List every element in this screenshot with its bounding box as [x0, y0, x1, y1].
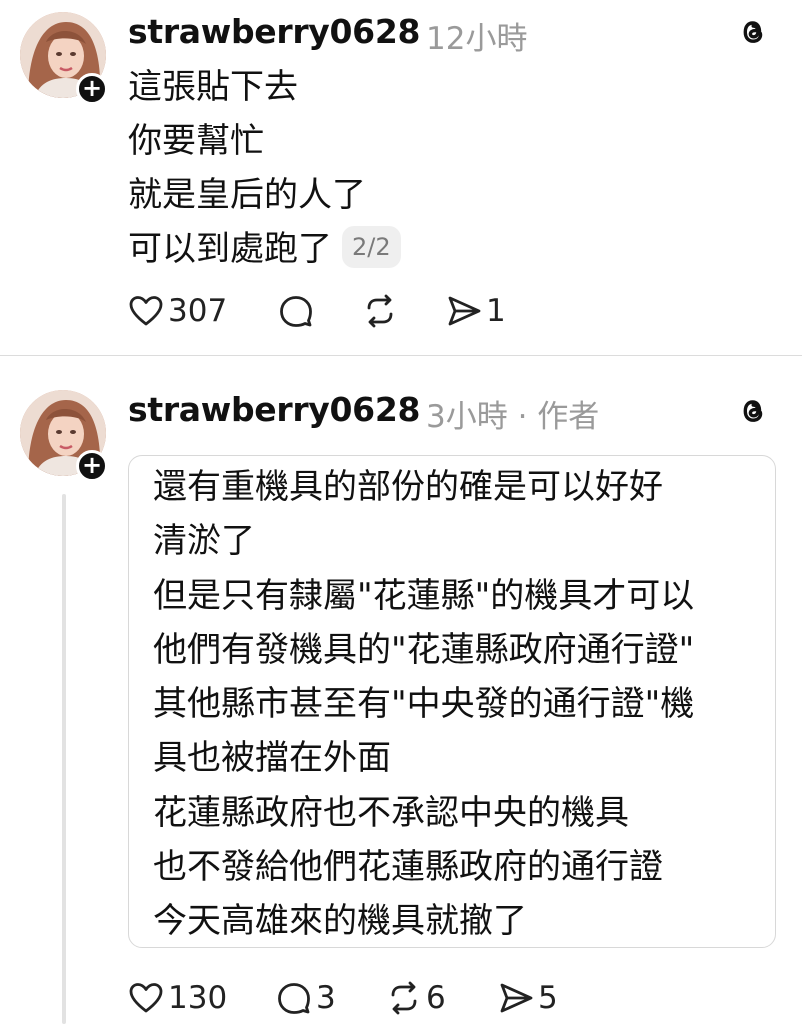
quote-line: 花蓮縣政府也不承認中央的機具	[153, 792, 629, 833]
share-count: 5	[538, 980, 558, 1016]
threads-logo-icon[interactable]	[737, 394, 769, 428]
quoted-text: 還有重機具的部份的確是可以好好 清淤了 但是只有隸屬"花蓮縣"的機具才可以 他們…	[153, 460, 694, 949]
post-line: 就是皇后的人了	[128, 175, 366, 215]
quote-line: 他們有發機具的"花蓮縣政府通行證"	[153, 629, 695, 670]
post-timestamp: 3小時 · 作者	[426, 399, 600, 435]
post-body: 這張貼下去 你要幫忙 就是皇后的人了 可以到處跑了 2/2	[128, 60, 768, 276]
threads-logo-icon[interactable]	[737, 15, 769, 49]
post-divider	[0, 355, 802, 356]
repost-button[interactable]: 6	[386, 978, 446, 1018]
quote-line: 具也被擋在外面	[153, 738, 391, 779]
quote-line: 但是只有隸屬"花蓮縣"的機具才可以	[153, 575, 695, 616]
post-timestamp: 12小時	[426, 21, 528, 57]
username[interactable]: strawberry0628	[128, 12, 420, 51]
like-count: 307	[168, 293, 228, 329]
comment-button[interactable]	[278, 291, 318, 331]
post-line: 你要幫忙	[128, 121, 264, 161]
share-count: 1	[486, 293, 506, 329]
heart-icon	[129, 983, 163, 1013]
post-line: 這張貼下去	[128, 67, 298, 107]
send-icon	[448, 296, 481, 326]
post-line-text: 可以到處跑了	[128, 229, 332, 269]
post-line-last: 可以到處跑了 2/2	[128, 222, 768, 276]
comment-bubble-icon	[278, 983, 310, 1014]
send-icon	[500, 983, 533, 1013]
quote-line: 清淤了	[153, 521, 255, 562]
repost-icon	[391, 981, 417, 1015]
share-button[interactable]: 1	[446, 291, 506, 331]
comment-count: 3	[316, 980, 336, 1016]
username[interactable]: strawberry0628	[128, 390, 420, 429]
post-1: + strawberry0628 12小時 這張貼下去 你要幫忙 就是皇后的人了…	[0, 0, 802, 356]
quote-line: 也不發給他們花蓮縣政府的通行證	[153, 847, 663, 888]
follow-plus-icon[interactable]: +	[76, 450, 108, 482]
comment-bubble-icon	[280, 296, 312, 327]
comment-button[interactable]: 3	[276, 978, 336, 1018]
follow-plus-icon[interactable]: +	[76, 73, 108, 105]
thread-connector-line	[62, 494, 66, 1024]
repost-button[interactable]	[362, 291, 402, 331]
page-indicator-badge: 2/2	[342, 225, 401, 268]
heart-icon	[129, 296, 163, 326]
like-button[interactable]: 130	[128, 978, 227, 1018]
repost-icon	[367, 294, 393, 328]
quoted-text-box: 還有重機具的部份的確是可以好好 清淤了 但是只有隸屬"花蓮縣"的機具才可以 他們…	[128, 455, 776, 948]
quote-line: 還有重機具的部份的確是可以好好	[153, 467, 663, 507]
repost-count: 6	[426, 980, 446, 1016]
quote-line: 今天高雄來的機具就撤了	[153, 901, 527, 942]
like-button[interactable]: 307	[128, 291, 227, 331]
quote-line: 其他縣市甚至有"中央發的通行證"機	[153, 684, 695, 725]
share-button[interactable]: 5	[498, 978, 558, 1018]
like-count: 130	[168, 980, 228, 1016]
